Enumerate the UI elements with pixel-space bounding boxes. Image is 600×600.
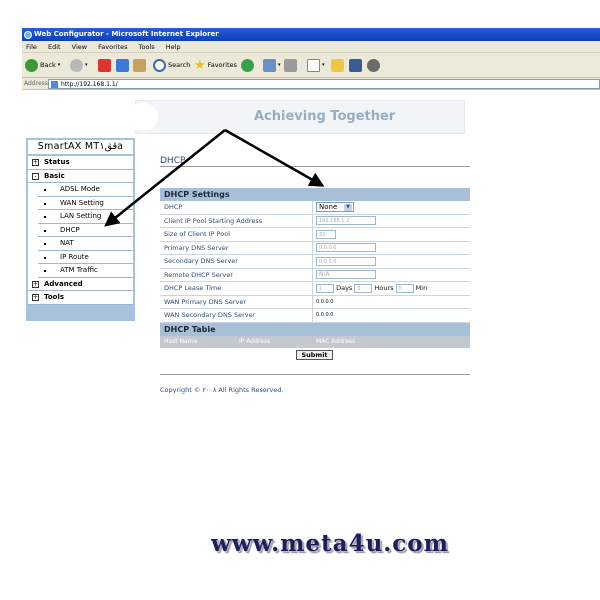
arrow-to-dhcp-select [224, 128, 325, 187]
annotation-arrows [104, 128, 325, 227]
arrow-to-dhcp-menu [104, 129, 226, 227]
watermark: www.meta4u.com [210, 530, 449, 557]
